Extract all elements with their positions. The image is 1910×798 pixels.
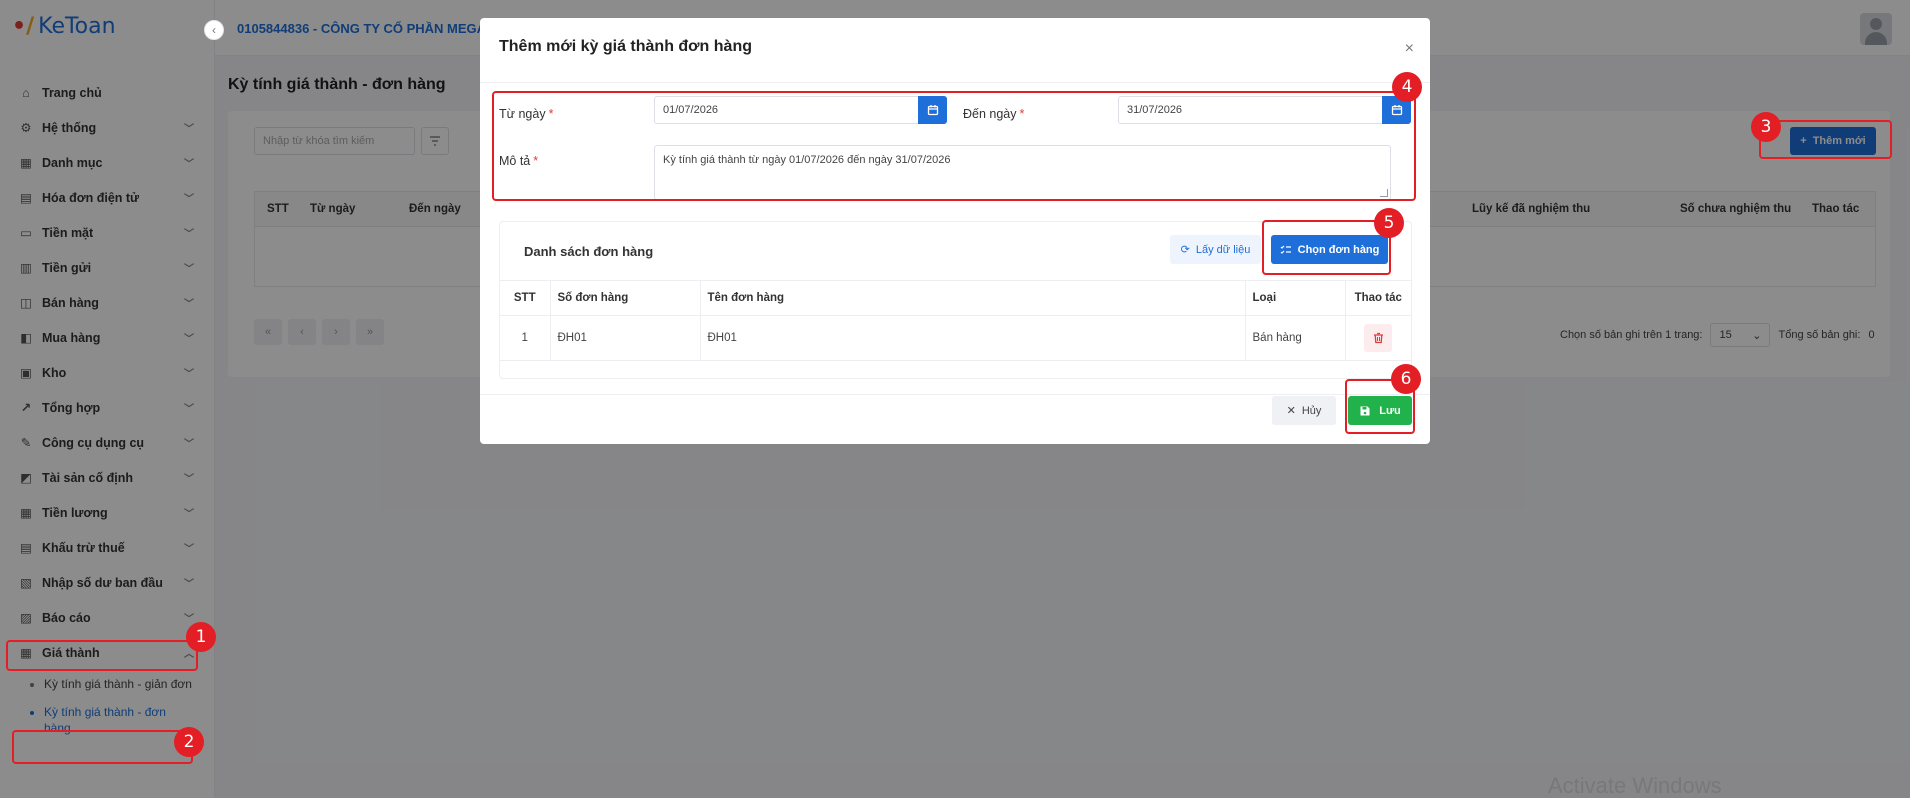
- annotation-badge-1: 1: [186, 622, 216, 652]
- refresh-icon: ⟳: [1180, 244, 1190, 256]
- annotation-box-1: [6, 640, 198, 671]
- annotation-badge-2: 2: [174, 727, 204, 757]
- row-action: [1345, 315, 1411, 361]
- fetch-data-label: Lấy dữ liệu: [1195, 243, 1251, 256]
- col-order-name: Tên đơn hàng: [700, 280, 1246, 316]
- orders-table-header: STT Số đơn hàng Tên đơn hàng Loại Thao t…: [500, 280, 1411, 316]
- orders-title: Danh sách đơn hàng: [524, 244, 654, 259]
- chevron-left-icon: ‹: [212, 23, 216, 37]
- annotation-box-4: [492, 91, 1416, 201]
- divider: [480, 394, 1430, 395]
- col-order-no: Số đơn hàng: [550, 280, 701, 316]
- col-action: Thao tác: [1345, 280, 1411, 316]
- annotation-box-5: [1262, 220, 1391, 275]
- divider: [480, 82, 1430, 83]
- table-row: 1 ĐH01 ĐH01 Bán hàng: [500, 315, 1411, 361]
- row-order-name: ĐH01: [700, 315, 1246, 361]
- orders-table: STT Số đơn hàng Tên đơn hàng Loại Thao t…: [500, 280, 1411, 361]
- cancel-button[interactable]: ✕ Hủy: [1272, 396, 1336, 425]
- close-icon: ✕: [1286, 405, 1296, 417]
- fetch-data-button[interactable]: ⟳ Lấy dữ liệu: [1170, 235, 1261, 264]
- annotation-badge-6: 6: [1391, 364, 1421, 394]
- col-type: Loại: [1245, 280, 1346, 316]
- col-stt: STT: [500, 280, 551, 316]
- annotation-badge-5: 5: [1374, 208, 1404, 238]
- annotation-box-2: [12, 730, 193, 764]
- row-type: Bán hàng: [1245, 315, 1346, 361]
- close-icon[interactable]: ×: [1405, 40, 1414, 58]
- delete-row-button[interactable]: [1364, 324, 1393, 352]
- sidebar-collapse-button[interactable]: ‹: [204, 20, 224, 40]
- trash-icon: [1373, 332, 1383, 344]
- row-stt: 1: [500, 315, 551, 361]
- annotation-badge-3: 3: [1751, 112, 1781, 142]
- cancel-label: Hủy: [1301, 404, 1322, 417]
- modal-title: Thêm mới kỳ giá thành đơn hàng: [499, 38, 752, 55]
- row-order-no: ĐH01: [550, 315, 701, 361]
- annotation-badge-4: 4: [1392, 72, 1422, 102]
